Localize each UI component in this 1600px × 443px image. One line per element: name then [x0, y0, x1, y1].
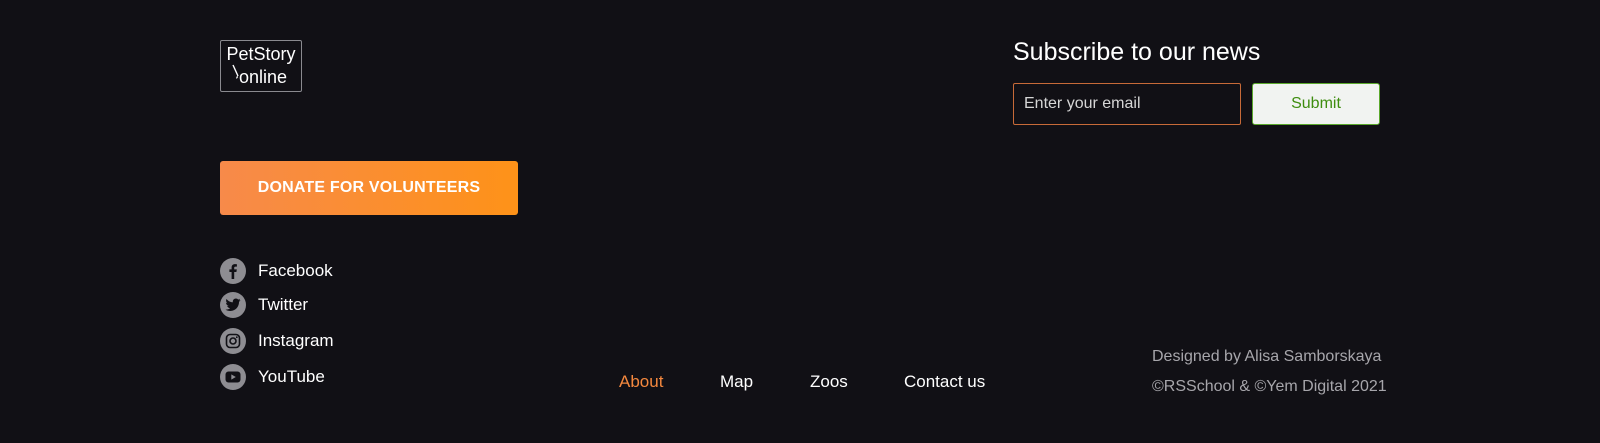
submit-button[interactable]: Submit [1252, 83, 1380, 125]
social-link-facebook[interactable]: Facebook [220, 258, 333, 284]
designer-credit: Designed by Alisa Samborskaya [1152, 348, 1382, 365]
nav-link-map[interactable]: Map [720, 372, 753, 392]
social-label-youtube: YouTube [258, 367, 325, 386]
social-label-twitter: Twitter [258, 295, 309, 314]
social-link-twitter[interactable]: Twitter [220, 292, 308, 318]
nav-link-contact-us[interactable]: Contact us [904, 372, 985, 392]
nav-link-about[interactable]: About [619, 372, 663, 392]
copyright-text: ©RSSchool & ©Yem Digital 2021 [1152, 378, 1387, 395]
twitter-icon [220, 292, 246, 318]
social-label-facebook: Facebook [258, 261, 333, 280]
instagram-icon [220, 328, 246, 354]
social-link-youtube[interactable]: YouTube [220, 364, 325, 390]
credits: Designed by Alisa Samborskaya ©RSSchool … [1152, 342, 1387, 402]
donate-button[interactable]: DONATE FOR VOLUNTEERS [220, 161, 518, 215]
subscribe-title: Subscribe to our news [1013, 38, 1261, 66]
email-input[interactable] [1013, 83, 1241, 125]
page-footer: PetStory online DONATE FOR VOLUNTEERS Fa… [0, 0, 1600, 443]
social-link-instagram[interactable]: Instagram [220, 328, 334, 354]
youtube-icon [220, 364, 246, 390]
logo-text-line1: PetStory [226, 44, 296, 64]
cursor-mark-icon [232, 64, 239, 79]
nav-link-zoos[interactable]: Zoos [810, 372, 848, 392]
social-label-instagram: Instagram [258, 331, 334, 350]
facebook-icon [220, 258, 246, 284]
logo[interactable]: PetStory online [220, 40, 302, 92]
